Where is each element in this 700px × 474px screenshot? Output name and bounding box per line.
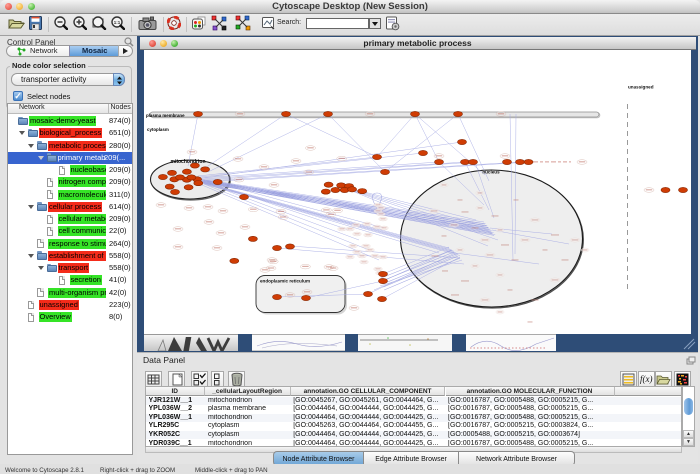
svg-text:plasma membrane: plasma membrane: [146, 113, 185, 118]
svg-text:mitochondrion: mitochondrion: [171, 159, 206, 165]
svg-text:1:1: 1:1: [114, 20, 121, 25]
svg-text:unassigned: unassigned: [628, 85, 654, 90]
svg-text:nucleus: nucleus: [482, 170, 500, 175]
svg-text:cytoplasm: cytoplasm: [147, 127, 169, 132]
svg-text:endoplasmic reticulum: endoplasmic reticulum: [260, 279, 310, 284]
